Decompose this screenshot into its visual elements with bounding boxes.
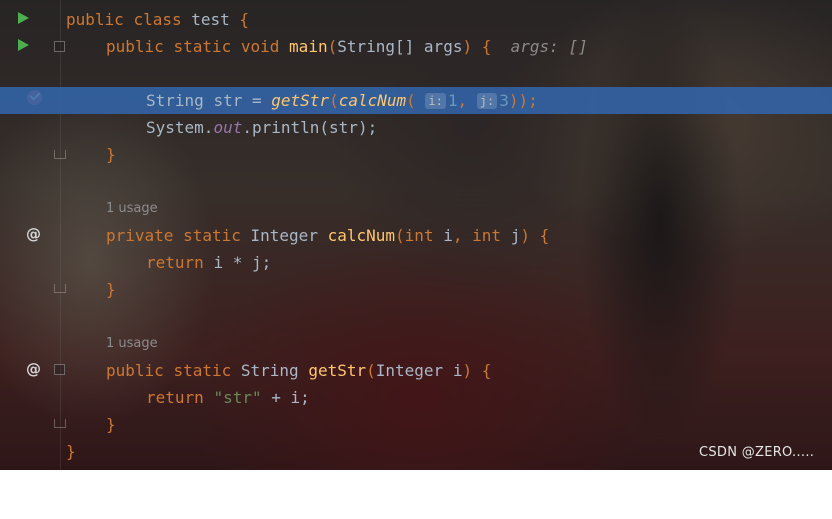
param-j: j [510,226,521,245]
type-string: String [146,91,204,110]
kw-return: return [146,388,204,407]
arg-1: 1 [447,91,458,110]
close-brace: } [66,442,76,461]
paren: ( [327,37,338,56]
var-str: str [213,91,243,110]
call-calcnum: calcNum [338,91,407,110]
return-expr: i * j; [213,253,272,272]
code-line-9[interactable]: return i * j; [0,249,832,276]
comma: , [452,226,463,245]
close-brace: } [106,145,116,164]
close-brace: } [106,415,116,434]
code-line-10[interactable]: } [0,276,832,303]
open-brace: { [239,10,250,29]
param-integer-i: Integer i [375,361,463,380]
paren: ( [329,91,339,110]
kw-public: public [106,361,164,380]
method-main: main [289,37,328,56]
open-brace: { [539,226,550,245]
code-line-1[interactable]: public class test { [0,6,832,33]
method-calcnum: calcNum [327,226,396,245]
class-name: test [191,10,230,29]
dot: . [203,118,214,137]
paren: ( [366,361,376,380]
kw-public: public [66,10,124,29]
class-system: System [146,118,204,137]
kw-return: return [146,253,204,272]
kw-public: public [106,37,164,56]
kw-static: static [173,361,232,380]
param-hint-j: j: [476,93,498,109]
kw-static: static [183,226,241,245]
param-args: args [423,37,463,56]
method-getstr: getStr [308,361,367,380]
watermark: CSDN @ZERO..... [699,445,815,460]
kw-class: class [133,10,182,29]
paren: ) [520,226,530,245]
concat-expr: + i; [271,388,310,407]
kw-void: void [240,37,280,56]
kw-int: int [472,226,502,245]
code-line-12[interactable]: public static String getStr(Integer i) { [0,357,832,384]
code-line-5[interactable]: System.out.println(str); [0,114,832,141]
param-i: i [443,226,453,245]
code-line-4-breakpoint[interactable]: String str = getStr(calcNum( i: 1, j: 3)); [0,87,832,114]
close-brace: } [106,280,116,299]
call-println: .println(str); [242,118,378,137]
code-line-13[interactable]: return "str" + i; [0,384,832,411]
paren: ( [406,91,416,110]
field-out: out [213,118,243,137]
code-line-14[interactable]: } [0,411,832,438]
paren: ( [395,226,405,245]
paren: ) [462,361,473,380]
type-integer: Integer [250,226,318,245]
param-hint-i: i: [425,93,446,109]
open-brace: { [481,37,492,56]
code-line-2[interactable]: public static void main(String[] args) {… [0,33,832,60]
code-editor[interactable]: @ @ public class test { public static vo… [0,0,832,470]
kw-static: static [173,37,232,56]
kw-int: int [404,226,434,245]
paren: ) [462,37,473,56]
open-brace: { [481,361,492,380]
call-getstr: getStr [271,91,330,110]
assign-op: = [251,91,262,110]
code-line-8[interactable]: private static Integer calcNum(int i, in… [0,222,832,249]
type-string: String [240,361,299,380]
usage-hint-getstr[interactable]: 1 usage [106,334,158,354]
type-string-array: String[] [337,37,415,56]
debug-inline-value: args: [] [510,37,588,56]
kw-private: private [106,226,174,245]
comma: , [457,91,468,110]
code-line-6[interactable]: } [0,141,832,168]
close-parens: )); [508,91,538,110]
arg-3: 3 [499,91,509,110]
usage-hint-calcnum[interactable]: 1 usage [106,199,158,219]
string-literal: "str" [213,388,262,407]
